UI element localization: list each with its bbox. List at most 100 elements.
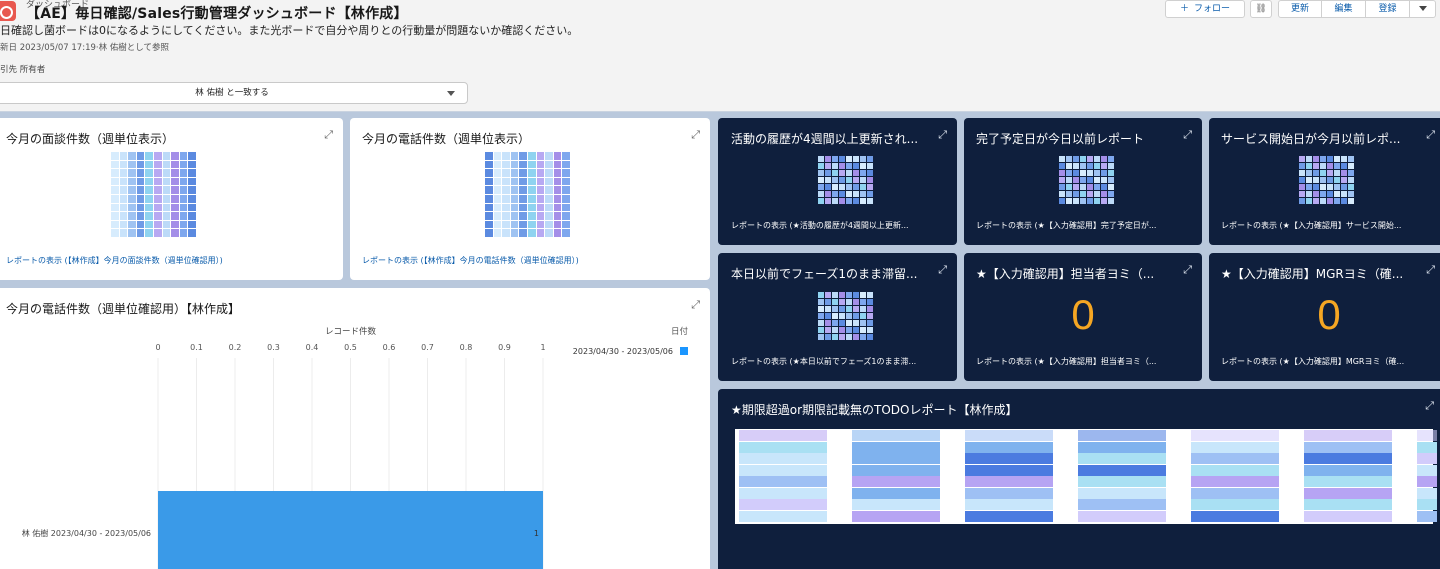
mosaic-cell [553,203,562,212]
follow-button[interactable]: ＋ フォロー [1165,0,1245,18]
mosaic-cell [493,186,502,194]
mosaic-cell [1341,163,1347,169]
mosaic-cell [853,170,859,176]
mosaic-cell [1299,170,1305,176]
mosaic-cell [502,177,510,186]
mosaic-cell [128,229,136,237]
view-report-link[interactable]: レポートの表示 (【林作成】今月の電話件数（週単位確認用）) [362,255,579,266]
mosaic-cell [153,212,162,220]
mosaic-cell [510,152,519,160]
view-report-link[interactable]: レポートの表示 (★【入力確認用】完了予定日が... [976,220,1156,231]
mosaic-cell [818,327,824,333]
expand-icon[interactable]: ⤢ [938,128,947,142]
table-cell [1417,499,1437,510]
view-report-link[interactable]: レポートの表示 (★【入力確認用】サービス開始... [1221,220,1401,231]
mosaic-cell [188,152,196,160]
table-cell [739,464,827,476]
mosaic-cell [853,184,859,190]
mosaic-cell [485,160,493,169]
mosaic-cell [553,229,562,237]
mosaic-cell [1073,184,1079,190]
mosaic-cell [1334,198,1340,204]
mosaic-cell [867,156,873,162]
mosaic-cell [519,160,527,169]
edit-button[interactable]: 編集 [1322,0,1366,18]
mosaic-cell [502,229,510,237]
mosaic-cell [527,220,536,229]
view-report-link[interactable]: レポートの表示 (★【入力確認用】MGRヨミ（確... [1221,356,1404,367]
mosaic-cell [825,156,831,162]
mosaic-cell [818,313,824,319]
mosaic-cell [825,184,831,190]
table-cell [965,476,1053,487]
mosaic-cell [562,186,570,194]
mosaic-cell [493,194,502,203]
mosaic-cell [562,212,570,220]
pixelated-image [485,152,570,237]
mosaic-cell [562,169,570,177]
view-report-link[interactable]: レポートの表示 (★【入力確認用】担当者ヨミ（... [976,356,1156,367]
mosaic-cell [860,163,866,169]
mosaic-cell [510,169,519,177]
table-cell [1417,453,1437,464]
mosaic-cell [825,306,831,312]
mosaic-cell [128,203,136,212]
mosaic-cell [162,169,171,177]
mosaic-cell [825,299,831,305]
table-cell [1304,510,1392,522]
dashboard-description: 日確認し菌ボードは0になるようにしてください。また光ボードで自分や周りとの行動量… [0,24,579,37]
owner-filter-select[interactable]: 林 佑樹 と一致する [0,82,468,104]
expand-icon[interactable]: ⤢ [1183,263,1192,277]
mosaic-cell [188,186,196,194]
mosaic-cell [171,220,179,229]
expand-icon[interactable]: ⤢ [1425,399,1434,413]
mosaic-cell [1108,184,1114,190]
mosaic-cell [119,152,128,160]
mosaic-cell [846,320,852,326]
mosaic-cell [145,229,153,237]
expand-icon[interactable]: ⤢ [324,128,333,142]
table-cell [739,487,827,499]
mosaic-cell [179,186,188,194]
mosaic-cell [519,177,527,186]
mosaic-cell [136,212,145,220]
mosaic-cell [1073,170,1079,176]
mosaic-cell [128,160,136,169]
mosaic-cell [818,156,824,162]
expand-icon[interactable]: ⤢ [938,263,947,277]
mosaic-cell [179,152,188,160]
mosaic-cell [846,306,852,312]
expand-icon[interactable]: ⤢ [1426,128,1435,142]
dashboard-meta: 新日 2023/05/07 17:19·林 佑樹として参照 [0,43,170,53]
mosaic-cell [162,220,171,229]
mosaic-cell [1087,170,1093,176]
share-button[interactable]: ⛓ [1250,0,1272,18]
expand-icon[interactable]: ⤢ [1426,263,1435,277]
mosaic-cell [846,299,852,305]
mosaic-cell [510,229,519,237]
table-cell [1078,476,1166,487]
expand-icon[interactable]: ⤢ [1183,128,1192,142]
mosaic-cell [1059,191,1065,197]
view-report-link[interactable]: レポートの表示 (【林作成】今月の面談件数（週単位確認用）) [6,255,223,266]
mosaic-cell [1348,191,1354,197]
dashboard-header: ダッシュボード 【AE】毎日確認/Sales行動管理ダッシュボード【林作成】 日… [0,0,1440,112]
mosaic-cell [1073,156,1079,162]
mosaic-cell [536,160,545,169]
view-report-link[interactable]: レポートの表示 (★活動の履歴が4週間以上更新... [731,220,909,231]
mosaic-cell [1087,198,1093,204]
mosaic-cell [839,313,845,319]
mosaic-cell [1087,156,1093,162]
table-cell [1304,464,1392,476]
refresh-button[interactable]: 更新 [1278,0,1322,18]
more-actions-button[interactable] [1410,0,1436,18]
mosaic-cell [536,152,545,160]
mosaic-cell [485,203,493,212]
subscribe-button[interactable]: 登録 [1366,0,1410,18]
expand-icon[interactable]: ⤢ [691,128,700,142]
mosaic-cell [553,194,562,203]
view-report-link[interactable]: レポートの表示 (★本日以前でフェーズ1のまま滞... [731,356,916,367]
mosaic-cell [839,320,845,326]
mosaic-cell [502,203,510,212]
y-category-label: 林 佑樹 2023/04/30 - 2023/05/06 [22,528,151,538]
